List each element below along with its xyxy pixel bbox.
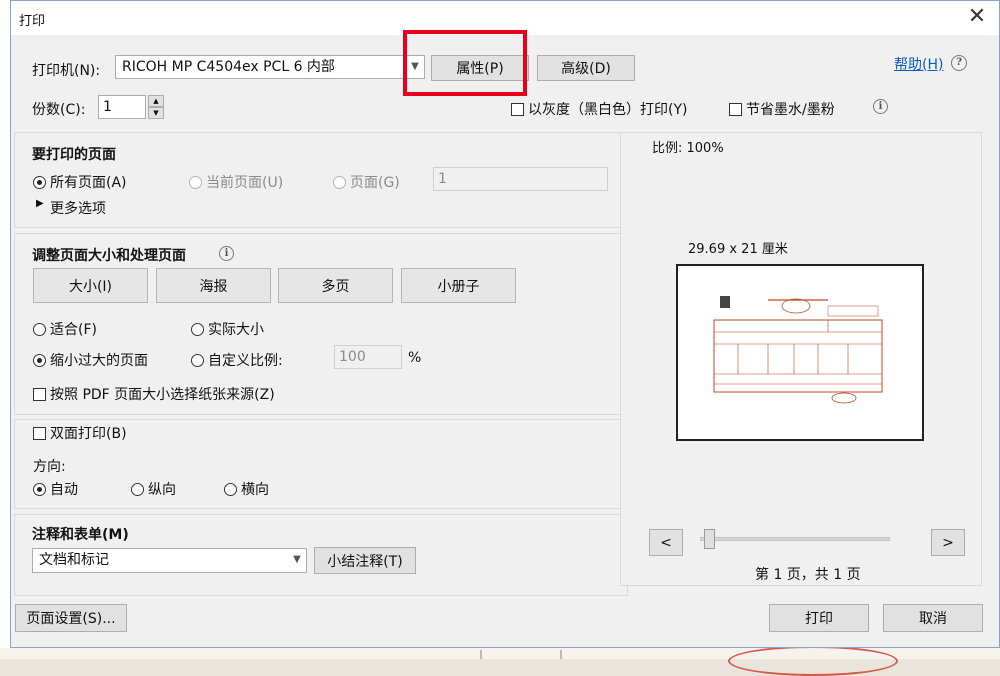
save-ink-checkbox[interactable]: 节省墨水/墨粉 bbox=[729, 99, 835, 119]
print-button[interactable]: 打印 bbox=[769, 604, 869, 632]
qr-code-icon bbox=[720, 296, 730, 308]
copies-label: 份数(C): bbox=[32, 102, 86, 118]
orientation-auto-label: 自动 bbox=[50, 482, 78, 498]
info-circle-icon[interactable]: i bbox=[873, 99, 888, 114]
orientation-portrait-label: 纵向 bbox=[148, 482, 176, 498]
radio-dot bbox=[33, 353, 46, 367]
pdf-paper-source-checkbox[interactable]: 按照 PDF 页面大小选择纸张来源(Z) bbox=[33, 384, 275, 404]
orientation-label: 方向: bbox=[33, 459, 66, 475]
background-document-edge bbox=[0, 0, 10, 659]
invoice-thumbnail bbox=[713, 296, 883, 404]
radio-custom-scale[interactable]: 自定义比例: bbox=[191, 350, 283, 370]
invoice-seal bbox=[781, 298, 811, 314]
background-line bbox=[560, 650, 562, 659]
copies-spin-up[interactable]: ▲ bbox=[148, 95, 164, 107]
percent-label: % bbox=[408, 350, 422, 366]
duplex-checkbox[interactable]: 双面打印(B) bbox=[33, 423, 127, 443]
grayscale-label: 以灰度（黑白色）打印(Y) bbox=[528, 102, 688, 118]
radio-dot bbox=[191, 322, 204, 336]
tab-multiple[interactable]: 多页 bbox=[278, 268, 393, 303]
question-circle-icon[interactable]: ? bbox=[951, 55, 967, 71]
printer-label: 打印机(N): bbox=[32, 63, 101, 79]
radio-fit[interactable]: 适合(F) bbox=[33, 319, 97, 339]
radio-orientation-auto[interactable]: 自动 bbox=[33, 479, 78, 499]
help-link[interactable]: 帮助(H) bbox=[894, 54, 943, 74]
radio-dot bbox=[131, 482, 144, 496]
pages-label: 页面(G) bbox=[350, 175, 400, 191]
orientation-landscape-label: 横向 bbox=[241, 482, 269, 498]
grayscale-checkbox[interactable]: 以灰度（黑白色）打印(Y) bbox=[511, 99, 687, 119]
save-ink-label: 节省墨水/墨粉 bbox=[746, 102, 835, 118]
preview-paper-size: 29.69 x 21 厘米 bbox=[688, 242, 788, 257]
printer-select[interactable]: RICOH MP C4504ex PCL 6 内部 ▼ bbox=[115, 55, 425, 79]
comments-forms-select[interactable]: 文档和标记 ▼ bbox=[32, 548, 307, 573]
radio-dot bbox=[33, 175, 46, 189]
current-page-label: 当前页面(U) bbox=[206, 175, 284, 191]
duplex-label: 双面打印(B) bbox=[50, 426, 127, 442]
title-bar: 打印 ✕ bbox=[11, 1, 999, 35]
tab-poster[interactable]: 海报 bbox=[156, 268, 271, 303]
info-circle-icon[interactable]: i bbox=[219, 246, 234, 261]
properties-button[interactable]: 属性(P) bbox=[431, 55, 529, 81]
invoice-border bbox=[713, 319, 883, 393]
preview-page-slider-track[interactable] bbox=[700, 537, 890, 541]
expand-arrow-icon[interactable]: ▶ bbox=[36, 198, 44, 209]
invoice-box bbox=[827, 305, 879, 317]
radio-dot bbox=[33, 482, 46, 496]
radio-shrink-oversized[interactable]: 缩小过大的页面 bbox=[33, 350, 148, 370]
radio-all-pages[interactable]: 所有页面(A) bbox=[33, 172, 127, 192]
preview-scale: 比例: 100% bbox=[652, 141, 724, 156]
checkbox-box[interactable] bbox=[33, 387, 46, 401]
printer-select-value: RICOH MP C4504ex PCL 6 内部 bbox=[122, 59, 335, 75]
pages-to-print-title: 要打印的页面 bbox=[32, 147, 116, 163]
radio-orientation-landscape[interactable]: 横向 bbox=[224, 479, 269, 499]
radio-dot bbox=[224, 482, 237, 496]
page-range-input[interactable]: 1 bbox=[433, 167, 608, 191]
comments-forms-value: 文档和标记 bbox=[39, 552, 109, 568]
preview-page-slider-thumb[interactable] bbox=[704, 529, 715, 549]
cancel-button[interactable]: 取消 bbox=[883, 604, 983, 632]
radio-dot bbox=[33, 322, 46, 336]
custom-scale-input[interactable]: 100 bbox=[334, 345, 402, 369]
radio-dot bbox=[191, 353, 204, 367]
advanced-button[interactable]: 高级(D) bbox=[537, 55, 635, 81]
radio-dot bbox=[189, 175, 202, 189]
preview-page-info: 第 1 页，共 1 页 bbox=[755, 567, 861, 583]
radio-current-page[interactable]: 当前页面(U) bbox=[189, 172, 283, 192]
checkbox-box[interactable] bbox=[33, 426, 46, 440]
chevron-down-icon: ▼ bbox=[293, 554, 301, 565]
invoice-seal bbox=[831, 392, 857, 404]
radio-actual-size[interactable]: 实际大小 bbox=[191, 319, 264, 339]
checkbox-box[interactable] bbox=[511, 102, 524, 116]
checkbox-box[interactable] bbox=[729, 102, 742, 116]
dialog-title: 打印 bbox=[19, 14, 46, 29]
background-stamp bbox=[728, 646, 898, 676]
radio-dot bbox=[333, 175, 346, 189]
all-pages-label: 所有页面(A) bbox=[50, 175, 127, 191]
fit-label: 适合(F) bbox=[50, 322, 97, 338]
more-options-toggle[interactable]: 更多选项 bbox=[50, 198, 106, 218]
radio-orientation-portrait[interactable]: 纵向 bbox=[131, 479, 176, 499]
radio-pages[interactable]: 页面(G) bbox=[333, 172, 400, 192]
copies-input[interactable]: 1 bbox=[98, 95, 146, 119]
preview-next-button[interactable]: > bbox=[931, 529, 965, 556]
actual-size-label: 实际大小 bbox=[208, 322, 264, 338]
preview-prev-button[interactable]: < bbox=[649, 529, 683, 556]
background-line bbox=[480, 650, 482, 659]
copies-spin-down[interactable]: ▼ bbox=[148, 107, 164, 119]
chevron-down-icon: ▼ bbox=[411, 61, 419, 72]
shrink-oversized-label: 缩小过大的页面 bbox=[50, 353, 148, 369]
pdf-paper-source-label: 按照 PDF 页面大小选择纸张来源(Z) bbox=[50, 387, 275, 403]
summarize-comments-button[interactable]: 小结注释(T) bbox=[314, 547, 416, 574]
tab-booklet[interactable]: 小册子 bbox=[401, 268, 516, 303]
preview-page bbox=[676, 264, 924, 441]
close-icon[interactable]: ✕ bbox=[965, 5, 989, 29]
custom-scale-label: 自定义比例: bbox=[208, 353, 283, 369]
page-sizing-title: 调整页面大小和处理页面 bbox=[32, 248, 186, 264]
tab-size[interactable]: 大小(I) bbox=[33, 268, 148, 303]
comments-forms-title: 注释和表单(M) bbox=[32, 527, 129, 543]
page-setup-button[interactable]: 页面设置(S)... bbox=[15, 604, 127, 632]
